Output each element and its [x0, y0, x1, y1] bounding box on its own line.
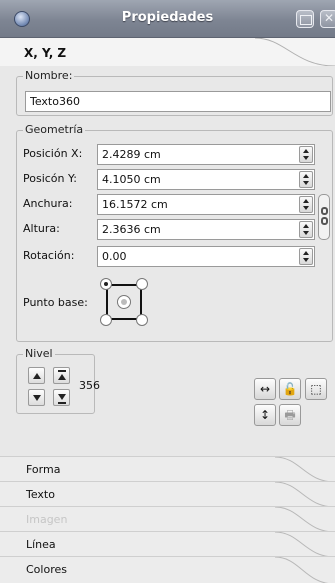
tab-curve-decoration — [275, 532, 335, 557]
width-label: Anchura: — [23, 197, 73, 210]
base-point-label: Punto base: — [23, 296, 88, 309]
tab-forma[interactable]: Forma — [0, 456, 335, 482]
flip-horizontal-icon: ↔ — [259, 382, 271, 396]
level-to-back-button[interactable] — [53, 389, 70, 406]
title-bar: Propiedades — [0, 0, 335, 38]
width-input[interactable] — [97, 194, 315, 215]
window-title: Propiedades — [121, 10, 214, 25]
base-point-center[interactable] — [117, 295, 131, 309]
height-spinner[interactable] — [299, 221, 313, 238]
width-spinner[interactable] — [299, 196, 313, 213]
tab-forma-label: Forma — [26, 463, 61, 476]
level-to-front-button[interactable] — [53, 367, 70, 384]
name-legend: Nombre: — [23, 69, 75, 82]
tab-imagen-label: Imagen — [26, 513, 68, 526]
tab-curve-decoration — [275, 507, 335, 532]
pos-y-input[interactable] — [97, 169, 315, 190]
tab-imagen: Imagen — [0, 506, 335, 532]
tab-colores[interactable]: Colores — [0, 556, 335, 583]
base-point-top-left[interactable] — [100, 278, 112, 290]
lock-icon: 🔓 — [282, 382, 298, 396]
base-point-top-right[interactable] — [136, 278, 148, 290]
section-title: X, Y, Z — [24, 46, 67, 60]
level-legend: Nivel — [23, 347, 55, 360]
flip-horizontal-button[interactable]: ↔ — [254, 378, 276, 400]
chain-link-icon[interactable] — [318, 194, 330, 240]
base-point-bottom-left[interactable] — [100, 314, 112, 326]
rotation-spinner[interactable] — [299, 248, 313, 265]
tab-curve-decoration — [275, 557, 330, 583]
tab-texto-label: Texto — [26, 488, 55, 501]
tab-curve-decoration — [255, 38, 335, 66]
rotation-label: Rotación: — [23, 249, 75, 262]
tab-texto[interactable]: Texto — [0, 481, 335, 507]
height-label: Altura: — [23, 222, 60, 235]
level-lower-button[interactable] — [28, 389, 45, 406]
tab-colores-label: Colores — [26, 563, 67, 576]
close-button[interactable] — [320, 10, 335, 28]
print-button: 🖶 — [279, 404, 301, 426]
tab-linea[interactable]: Línea — [0, 531, 335, 557]
print-icon: 🖶 — [284, 408, 296, 422]
base-point-bottom-right[interactable] — [136, 314, 148, 326]
minimize-button[interactable] — [296, 10, 314, 28]
pos-x-input[interactable] — [97, 144, 315, 165]
pos-y-label: Posicón Y: — [23, 172, 77, 185]
flip-vertical-icon: ↕ — [259, 408, 271, 422]
tab-curve-decoration — [275, 482, 335, 507]
section-header-xyz[interactable]: X, Y, Z — [0, 38, 335, 66]
rotation-input[interactable] — [97, 246, 315, 267]
tab-linea-label: Línea — [26, 538, 56, 551]
no-print-icon: ⬚ — [310, 382, 322, 396]
pos-y-spinner[interactable] — [299, 171, 313, 188]
level-raise-button[interactable] — [28, 367, 45, 384]
flip-vertical-button[interactable]: ↕ — [254, 404, 276, 426]
base-point-selector[interactable] — [100, 278, 148, 326]
tab-curve-decoration — [275, 457, 335, 482]
level-value: 356 — [79, 379, 100, 392]
lock-button[interactable]: 🔓 — [279, 378, 301, 400]
no-print-button[interactable]: ⬚ — [305, 378, 327, 400]
pos-x-spinner[interactable] — [299, 146, 313, 163]
pos-x-label: Posición X: — [23, 147, 83, 160]
geometry-legend: Geometría — [23, 123, 86, 136]
height-input[interactable] — [97, 219, 315, 240]
name-input[interactable] — [25, 91, 331, 112]
